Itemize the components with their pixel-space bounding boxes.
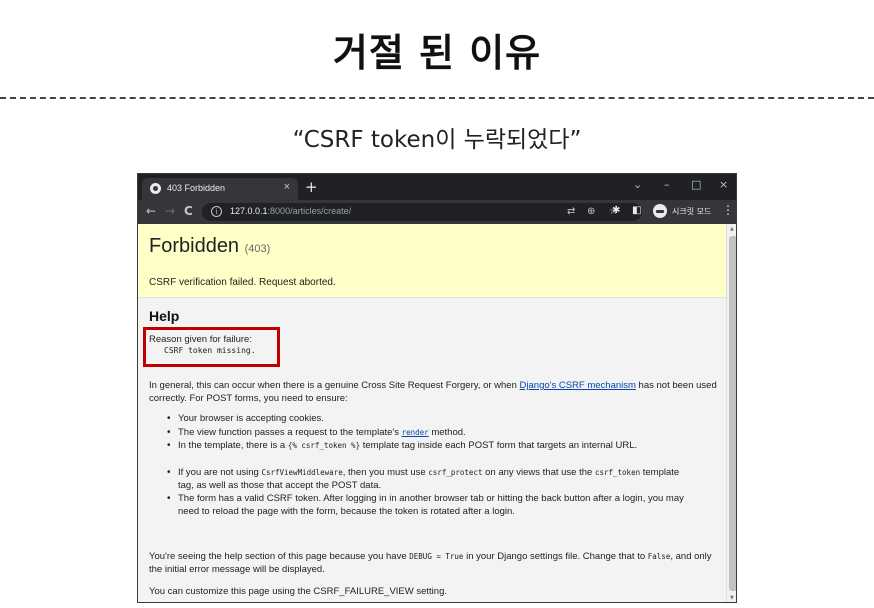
scroll-down-icon[interactable]: ▼: [730, 595, 734, 601]
bullet-text: If you are not using: [178, 467, 262, 478]
extensions-icon[interactable]: ✱: [612, 205, 620, 216]
close-window-button[interactable]: ×: [719, 178, 728, 191]
inline-code: csrf_protect: [428, 468, 483, 477]
render-link[interactable]: render: [402, 427, 429, 438]
inline-code: False: [647, 552, 671, 561]
address-url[interactable]: 127.0.0.1:8000/articles/create/: [230, 206, 351, 216]
maximize-button[interactable]: □: [691, 178, 701, 191]
scrollbar[interactable]: ▲ ▼: [726, 224, 736, 602]
debug-text: You're seeing the help section of this p…: [149, 551, 410, 562]
zoom-icon[interactable]: ⊕: [587, 206, 595, 217]
scroll-up-icon[interactable]: ▲: [730, 226, 734, 232]
summary-message: CSRF verification failed. Request aborte…: [149, 277, 336, 288]
incognito-label[interactable]: 시크릿 모드: [672, 206, 711, 217]
new-tab-button[interactable]: +: [305, 178, 318, 196]
close-tab-icon[interactable]: ×: [284, 181, 290, 193]
status-code: (403): [244, 243, 271, 255]
intro-text: In general, this can occur when there is…: [149, 380, 520, 391]
url-path: :8000/articles/create/: [267, 206, 352, 216]
browser-window: 403 Forbidden × + ⌄ – □ × ← → C i 127.0.…: [137, 173, 737, 603]
list-item: The form has a valid CSRF token. After l…: [167, 493, 688, 518]
debug-paragraph: You're seeing the help section of this p…: [149, 550, 719, 576]
list-item: In the template, there is a {% csrf_toke…: [167, 440, 688, 453]
globe-icon: [150, 183, 161, 194]
tab-title: 403 Forbidden: [167, 183, 226, 193]
inline-code: csrf_token: [594, 468, 641, 477]
tab-bar: 403 Forbidden × + ⌄ – □ ×: [138, 174, 736, 200]
error-summary: Forbidden (403) CSRF verification failed…: [138, 224, 726, 298]
bullet-text: Your browser is accepting cookies.: [178, 413, 324, 424]
bullet-text: The form has a valid CSRF token. After l…: [178, 493, 684, 517]
reason-label: Reason given for failure:: [149, 334, 252, 345]
back-button[interactable]: ←: [146, 204, 156, 218]
bullet-text: In the template, there is a: [178, 440, 288, 451]
list-item: The view function passes a request to th…: [167, 427, 688, 440]
slide-subtitle: “CSRF token이 누락되었다”: [292, 127, 582, 153]
bullet-text: The view function passes a request to th…: [178, 427, 402, 438]
info-icon[interactable]: i: [211, 206, 222, 217]
sidepanel-icon[interactable]: ◧: [632, 205, 641, 216]
list-item: If you are not using CsrfViewMiddleware,…: [167, 467, 688, 492]
slide-title: 거절 된 이유: [332, 31, 542, 75]
incognito-icon[interactable]: [653, 204, 667, 218]
bullet-text: on any views that use the: [482, 467, 595, 478]
address-bar[interactable]: i 127.0.0.1:8000/articles/create/ ⇄ ⊕ ☆: [202, 203, 642, 221]
bullet-text: , then you must use: [342, 467, 429, 478]
list-item: Your browser is accepting cookies.: [167, 413, 688, 426]
url-host: 127.0.0.1: [230, 206, 268, 216]
dashed-divider: [0, 97, 874, 99]
scrollbar-thumb[interactable]: [729, 236, 736, 591]
chevron-down-icon[interactable]: ⌄: [633, 178, 642, 191]
reason-value: CSRF token missing.: [164, 346, 256, 355]
page-content: Forbidden (403) CSRF verification failed…: [138, 224, 726, 602]
customize-paragraph: You can customize this page using the CS…: [149, 586, 447, 597]
inline-code: {% csrf_token %}: [287, 441, 361, 450]
heading-text: Forbidden: [149, 235, 240, 257]
browser-toolbar: ← → C i 127.0.0.1:8000/articles/create/ …: [138, 200, 736, 224]
inline-code: CsrfViewMiddleware: [261, 468, 343, 477]
tab-403-forbidden[interactable]: 403 Forbidden ×: [142, 178, 298, 200]
debug-text: in your Django settings file. Change tha…: [463, 551, 648, 562]
help-heading: Help: [149, 308, 180, 324]
minimize-button[interactable]: –: [664, 178, 670, 191]
translate-icon[interactable]: ⇄: [567, 206, 575, 217]
reload-button[interactable]: C: [184, 204, 193, 218]
csrf-docs-link[interactable]: Django's CSRF mechanism: [520, 380, 636, 391]
inline-code: DEBUG = True: [409, 552, 464, 561]
menu-icon[interactable]: ⋮: [722, 203, 734, 217]
render-code: render: [401, 428, 429, 437]
bullet-text: method.: [428, 427, 466, 438]
forward-button[interactable]: →: [165, 204, 175, 218]
bullet-text: template tag inside each POST form that …: [360, 440, 638, 451]
page-heading: Forbidden (403): [149, 235, 270, 258]
intro-paragraph: In general, this can occur when there is…: [149, 379, 719, 405]
